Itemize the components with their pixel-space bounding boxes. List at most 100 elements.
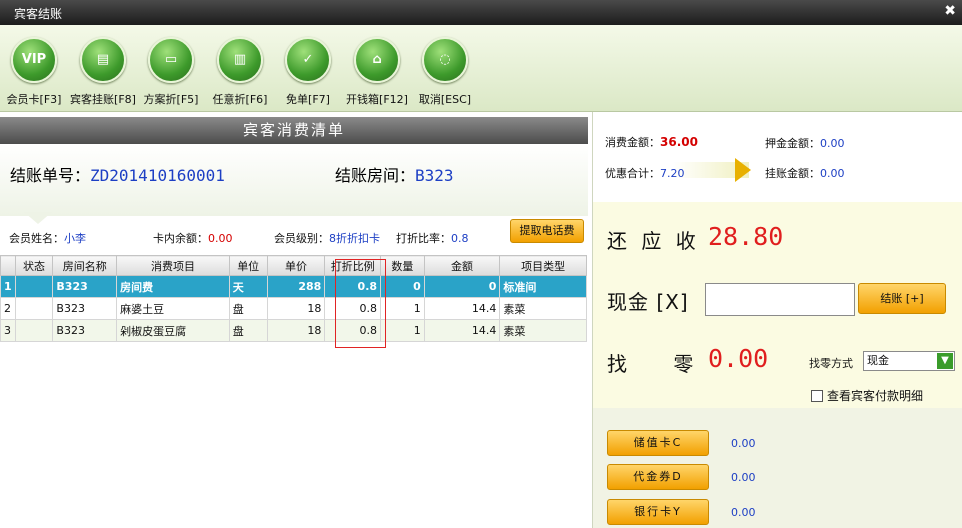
deposit-amount-value: 0.00 — [820, 137, 845, 150]
scroll-icon: ▥ — [217, 37, 263, 83]
column-header[interactable]: 消费项目 — [116, 255, 230, 276]
cell: 素菜 — [499, 319, 587, 342]
column-header[interactable] — [0, 255, 16, 276]
member-card-button[interactable]: VIP 会员卡[F3] — [0, 37, 68, 109]
cell: 剁椒皮蛋豆腐 — [116, 319, 230, 342]
bank-card-amount: 0.00 — [731, 506, 756, 519]
vip-document-icon: ▤ — [80, 37, 126, 83]
change-method-value: 现金 — [867, 354, 889, 367]
vip-icon: VIP — [11, 37, 57, 83]
member-name-value: 小李 — [64, 232, 86, 245]
cancel-button[interactable]: ◌ 取消[ESC] — [411, 37, 479, 109]
toolbar-label: 方案折[F5] — [143, 93, 199, 106]
bill-number-label: 结账单号： — [10, 166, 91, 185]
deposit-amount: 押金金额：0.00 — [765, 135, 845, 151]
close-icon[interactable]: ✖ — [944, 3, 956, 19]
cell: 3 — [0, 319, 16, 342]
cell: 1 — [380, 319, 425, 342]
dotted-circle-icon: ◌ — [422, 37, 468, 83]
checkout-pay-button[interactable]: 结账 [+] — [858, 283, 946, 314]
amount-summary: 消费金额：36.00 押金金额：0.00 优惠合计：7.20 挂账金额：0.00 — [593, 112, 962, 202]
plan-discount-button[interactable]: ▭ 方案折[F5] — [137, 37, 205, 109]
member-level: 会员级别：8折折扣卡 — [274, 230, 380, 246]
column-header[interactable]: 数量 — [380, 255, 425, 276]
discount-total-value: 7.20 — [660, 167, 685, 180]
discount-rate-value: 0.8 — [451, 232, 469, 245]
checkout-window: 宾客结账 ✖ VIP 会员卡[F3] ▤ 宾客挂账[F8] ▭ 方案折[F5] … — [0, 0, 962, 528]
fetch-phone-fee-button[interactable]: 提取电话费 — [510, 219, 584, 243]
table-row[interactable]: 3 B323 剁椒皮蛋豆腐 盘 18 0.8 1 14.4 素菜 — [0, 319, 587, 342]
clipboard-check-icon: ✓ — [285, 37, 331, 83]
consumption-list-panel: 宾客消费清单 结账单号：ZD201410160001 结账房间：B323 会员姓… — [0, 112, 592, 528]
cell: 14.4 — [423, 297, 501, 320]
onaccount-amount: 挂账金额：0.00 — [765, 165, 845, 181]
card-balance: 卡内余额：0.00 — [153, 230, 233, 246]
payment-panel: 消费金额：36.00 押金金额：0.00 优惠合计：7.20 挂账金额：0.00… — [592, 112, 962, 528]
consumption-table: 状态 房间名称 消费项目 单位 单价 打折比例 数量 金额 项目类型 1 B32… — [0, 255, 587, 342]
column-header[interactable]: 房间名称 — [52, 255, 118, 276]
change-label: 找 零 — [607, 352, 714, 376]
toolbar: VIP 会员卡[F3] ▤ 宾客挂账[F8] ▭ 方案折[F5] ▥ 任意折[F… — [0, 25, 962, 112]
deposit-amount-label: 押金金额： — [765, 137, 820, 150]
discount-column-highlight — [335, 259, 386, 348]
cash-label: 现金 [X] — [607, 290, 689, 314]
any-discount-button[interactable]: ▥ 任意折[F6] — [206, 37, 274, 109]
cell: 天 — [228, 275, 268, 298]
bank-card-button[interactable]: 银行卡Y — [607, 499, 709, 525]
cell — [14, 297, 54, 320]
cash-box-icon: ⌂ — [354, 37, 400, 83]
member-level-value: 8折折扣卡 — [329, 232, 380, 245]
open-cash-box-button[interactable]: ⌂ 开钱箱[F12] — [343, 37, 411, 109]
checkbox-icon — [811, 390, 823, 402]
discount-rate-label: 打折比率： — [396, 232, 451, 245]
change-value: 0.00 — [708, 344, 769, 373]
amount-due-label: 还 应 收 — [607, 229, 700, 253]
cell: B323 — [52, 319, 118, 342]
toolbar-label: 会员卡[F3] — [6, 93, 62, 106]
discount-rate: 打折比率：0.8 — [396, 230, 469, 246]
cell: 盘 — [228, 297, 268, 320]
guest-onaccount-button[interactable]: ▤ 宾客挂账[F8] — [69, 37, 137, 109]
cell: 0 — [380, 275, 425, 298]
card-balance-label: 卡内余额： — [153, 232, 208, 245]
voucher-button[interactable]: 代金券D — [607, 464, 709, 490]
checkout-room: 结账房间：B323 — [335, 162, 454, 186]
table-row[interactable]: 1 B323 房间费 天 288 0.8 0 0 标准间 — [0, 275, 587, 298]
member-name-label: 会员姓名： — [9, 232, 64, 245]
free-bill-button[interactable]: ✓ 免单[F7] — [274, 37, 342, 109]
consume-amount-value: 36.00 — [660, 135, 698, 149]
cash-input[interactable] — [705, 283, 855, 316]
toolbar-label: 取消[ESC] — [418, 93, 472, 106]
stored-value-card-button[interactable]: 储值卡C — [607, 430, 709, 456]
column-header[interactable]: 状态 — [14, 255, 54, 276]
change-method-select[interactable]: 现金 ▼ — [863, 351, 955, 371]
cell: 2 — [0, 297, 16, 320]
cell — [14, 275, 54, 298]
cell: 0 — [423, 275, 501, 298]
voucher-amount: 0.00 — [731, 471, 756, 484]
bill-info: 结账单号：ZD201410160001 结账房间：B323 — [0, 144, 588, 216]
bill-number: 结账单号：ZD201410160001 — [10, 162, 225, 186]
view-payment-detail-checkbox[interactable]: 查看宾客付款明细 — [811, 387, 923, 404]
column-header[interactable]: 金额 — [423, 255, 501, 276]
column-header[interactable]: 单位 — [228, 255, 268, 276]
cell: 288 — [266, 275, 326, 298]
window-icon: ▭ — [148, 37, 194, 83]
consume-amount-label: 消费金额： — [605, 136, 660, 149]
column-header[interactable]: 项目类型 — [499, 255, 587, 276]
table-row[interactable]: 2 B323 麻婆土豆 盘 18 0.8 1 14.4 素菜 — [0, 297, 587, 320]
member-info: 会员姓名：小李 卡内余额：0.00 会员级别：8折折扣卡 打折比率：0.8 — [0, 222, 588, 252]
change-method-label: 找零方式 — [809, 357, 853, 370]
member-level-label: 会员级别： — [274, 232, 329, 245]
amount-due-value: 28.80 — [708, 222, 784, 251]
title-bar: 宾客结账 ✖ — [0, 0, 962, 25]
discount-total: 优惠合计：7.20 — [605, 165, 685, 181]
discount-total-label: 优惠合计： — [605, 167, 660, 180]
cell: 素菜 — [499, 297, 587, 320]
column-header[interactable]: 单价 — [266, 255, 326, 276]
checkout-room-label: 结账房间： — [335, 166, 416, 185]
cell: B323 — [52, 275, 118, 298]
onaccount-amount-value: 0.00 — [820, 167, 845, 180]
chevron-down-icon: ▼ — [937, 353, 953, 369]
cell — [14, 319, 54, 342]
